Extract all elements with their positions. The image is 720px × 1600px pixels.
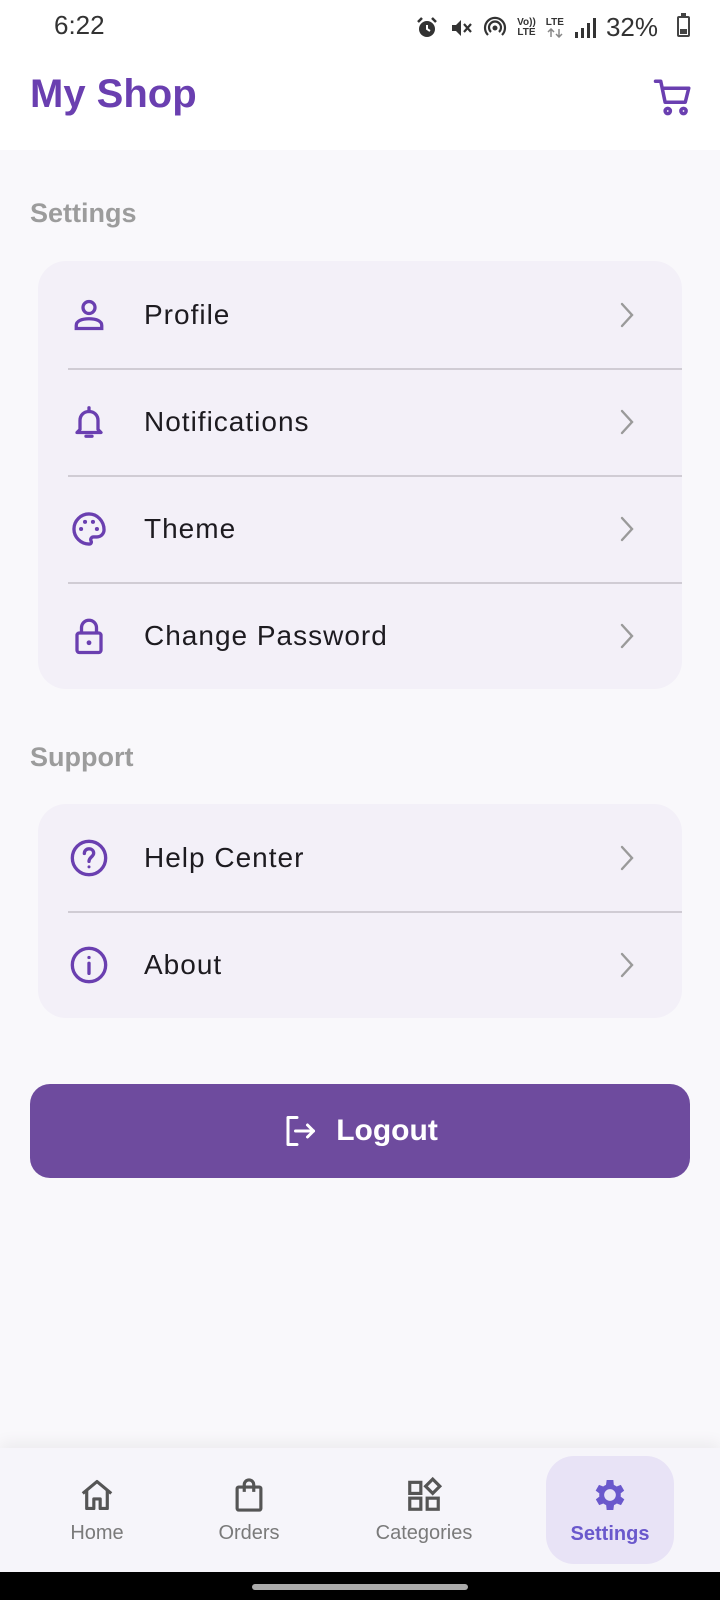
alarm-icon <box>417 16 437 37</box>
settings-section-title: Settings <box>30 198 137 228</box>
support-card: Help Center About <box>38 804 682 1018</box>
chevron-right-icon <box>616 515 638 543</box>
nav-label: Settings <box>570 1522 650 1545</box>
battery-icon <box>677 13 690 37</box>
gear-icon <box>595 1479 625 1510</box>
settings-item-change-password[interactable]: Change Password <box>38 582 682 689</box>
settings-item-theme[interactable]: Theme <box>38 475 682 582</box>
nav-home[interactable]: Home <box>40 1456 154 1564</box>
home-gesture-handle[interactable] <box>252 1584 468 1590</box>
nav-categories[interactable]: Categories <box>352 1456 496 1564</box>
divider <box>68 475 682 477</box>
chevron-right-icon <box>616 844 638 872</box>
logout-button[interactable]: Logout <box>30 1084 690 1178</box>
support-section-title: Support <box>30 742 134 772</box>
logout-label: Logout <box>336 1114 438 1147</box>
divider <box>68 911 682 913</box>
settings-item-notifications[interactable]: Notifications <box>38 368 682 475</box>
signal-icon <box>574 17 596 38</box>
settings-card: Profile Notifications Theme Change Passw… <box>38 261 682 689</box>
shopping-cart-icon <box>653 79 691 116</box>
palette-icon <box>69 509 109 549</box>
settings-item-label: Profile <box>144 298 231 330</box>
nav-label: Orders <box>218 1521 280 1544</box>
shopping-bag-icon <box>235 1477 263 1512</box>
chevron-right-icon <box>616 408 638 436</box>
chevron-right-icon <box>616 301 638 329</box>
app-title: My Shop <box>30 72 197 116</box>
home-icon <box>81 1479 113 1510</box>
settings-item-label: Change Password <box>144 619 388 651</box>
settings-item-label: Notifications <box>144 405 310 437</box>
nav-orders[interactable]: Orders <box>192 1456 306 1564</box>
status-bar: 6:22 Vo)) LTE LTE 32% <box>0 0 720 52</box>
chevron-right-icon <box>616 622 638 650</box>
nav-label: Home <box>70 1521 124 1544</box>
chevron-right-icon <box>616 951 638 979</box>
info-icon <box>69 945 109 985</box>
status-time: 6:22 <box>54 10 105 40</box>
app-bar: My Shop <box>0 52 720 150</box>
cart-button[interactable] <box>648 72 698 122</box>
logout-icon <box>286 1116 316 1146</box>
hotspot-icon <box>484 16 507 36</box>
lte-icon: LTE <box>546 17 564 38</box>
nav-settings[interactable]: Settings <box>546 1456 674 1564</box>
battery-percent: 32% <box>605 12 658 42</box>
settings-item-profile[interactable]: Profile <box>38 261 682 368</box>
support-item-label: About <box>144 948 223 980</box>
lock-icon <box>69 616 109 656</box>
bell-icon <box>69 402 109 442</box>
divider <box>68 368 682 370</box>
mute-icon <box>452 19 472 36</box>
person-icon <box>69 295 109 335</box>
support-item-help-center[interactable]: Help Center <box>38 804 682 911</box>
categories-icon <box>408 1476 443 1511</box>
bottom-navigation: Home Orders Categories Settings <box>0 1448 720 1572</box>
settings-item-label: Theme <box>144 512 237 544</box>
nav-label: Categories <box>375 1521 473 1544</box>
status-icons: Vo)) LTE LTE 32% <box>415 12 658 43</box>
divider <box>68 582 682 584</box>
system-gesture-bar <box>0 1572 720 1600</box>
help-circle-icon <box>69 838 109 878</box>
support-item-about[interactable]: About <box>38 911 682 1018</box>
volte-icon: Vo)) LTE <box>517 16 536 38</box>
support-item-label: Help Center <box>144 841 305 873</box>
